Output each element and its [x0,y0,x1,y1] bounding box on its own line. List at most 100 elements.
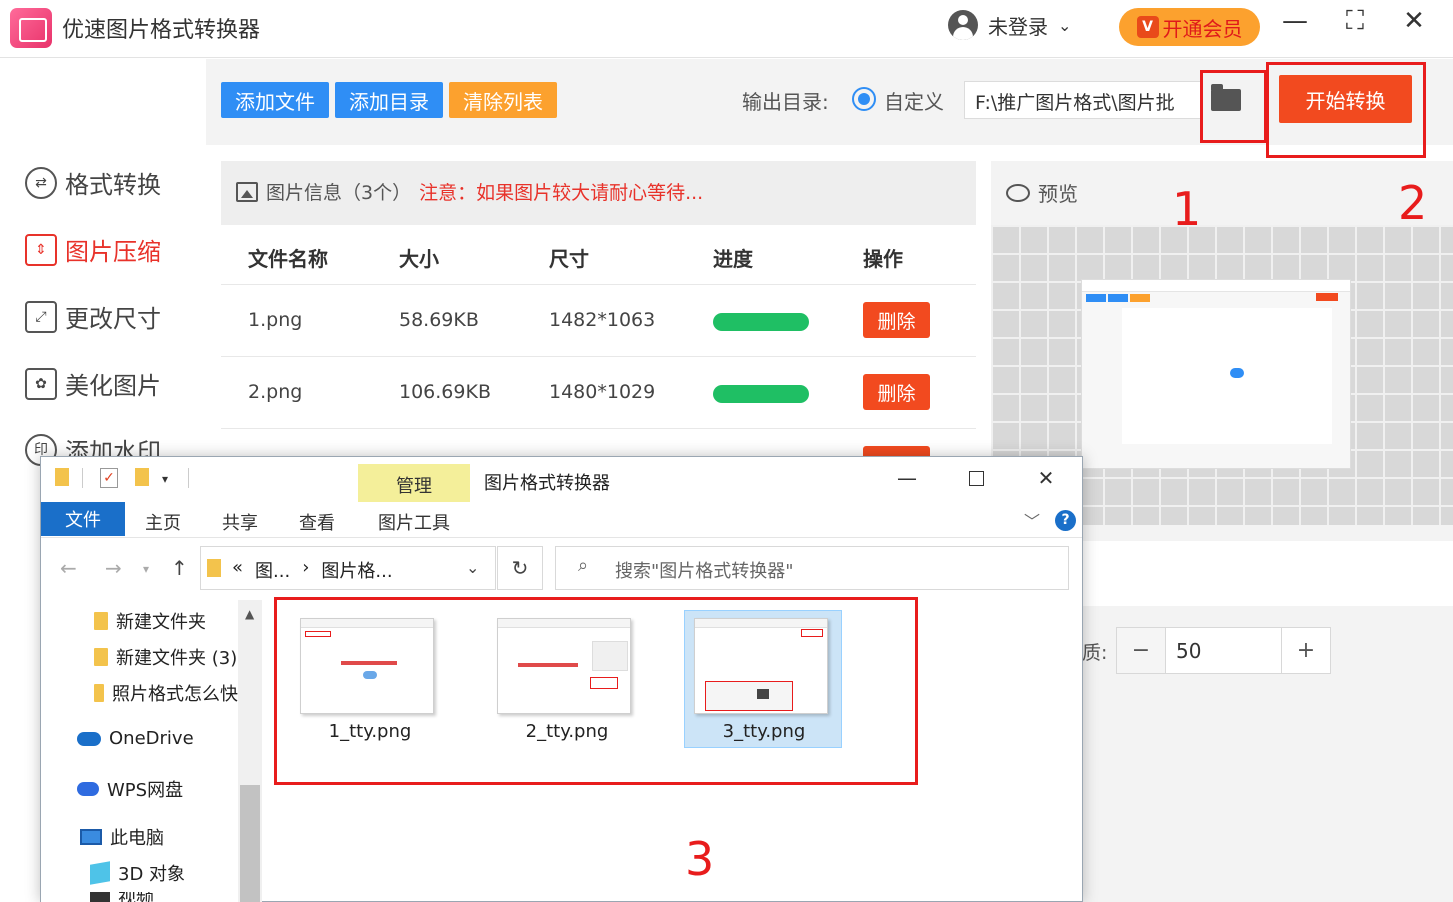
delete-button[interactable]: 删除 [863,374,930,410]
breadcrumb-separator: › [302,557,310,578]
explorer-close-button[interactable]: ✕ [1031,466,1061,490]
output-path-field[interactable]: F:\推广图片格式\图片批 [964,81,1202,119]
tree-item[interactable]: 新建文件夹 [94,608,206,634]
folder-icon [207,559,221,577]
new-folder-icon[interactable] [135,468,149,486]
preview-image [1081,279,1351,469]
custom-radio-label[interactable]: 自定义 [884,86,944,115]
quality-value[interactable]: 50 [1165,628,1282,673]
user-label: 未登录 [988,14,1048,39]
minimize-button[interactable]: — [1275,6,1315,36]
vip-button[interactable]: V 开通会员 [1119,8,1260,46]
tab-share[interactable]: 共享 [222,509,258,535]
quality-label: 质: [1082,642,1108,664]
clear-list-button[interactable]: 清除列表 [449,82,557,118]
help-icon[interactable]: ? [1055,510,1076,531]
user-menu[interactable]: 未登录 ⌄ [948,10,1071,40]
vip-label: 开通会员 [1162,16,1243,41]
explorer-maximize-button[interactable] [961,467,991,491]
file-size: 58.69KB [399,309,479,331]
annotation-number-1: 1 [1172,182,1202,236]
close-button[interactable]: ✕ [1394,6,1434,36]
vip-icon: V [1136,16,1159,38]
tree-item-label: 新建文件夹 [116,612,206,633]
ribbon-expand-icon[interactable]: ﹀ [1024,508,1040,532]
file-name: 2.png [248,381,303,403]
refresh-button[interactable]: ↻ [497,546,543,590]
annotation-number-3: 3 [685,832,715,886]
forward-arrow-icon[interactable]: → [105,556,122,580]
recent-dropdown-icon[interactable]: ▾ [143,562,149,576]
annotation-number-2: 2 [1398,176,1428,230]
custom-radio[interactable] [852,87,876,111]
add-file-button[interactable]: 添加文件 [221,82,329,118]
tab-file[interactable]: 文件 [41,502,125,536]
eye-icon [1006,183,1030,202]
nav-label: 格式转换 [65,171,161,199]
scroll-up-icon[interactable]: ▲ [245,607,254,621]
tree-item-label: 3D 对象 [118,864,186,885]
tab-picture-tools[interactable]: 图片工具 [378,509,450,535]
wps-cloud-icon [77,782,99,796]
tab-view[interactable]: 查看 [299,509,335,535]
tree-item-label: 照片格式怎么快 [112,684,238,705]
refresh-icon: ↻ [511,556,529,580]
video-icon [90,892,110,902]
annotation-box-2 [1266,62,1426,158]
folder-icon [55,468,69,486]
nav-item-beautify[interactable]: ✿ 美化图片 [25,366,161,401]
navigation-scrollbar[interactable] [238,600,262,902]
breadcrumb: « 图... › 图片格... [232,557,393,583]
folder-icon [94,684,104,702]
nav-item-compress[interactable]: ⇕ 图片压缩 [25,232,161,267]
tree-item[interactable]: OneDrive [77,728,194,749]
search-placeholder: 搜索"图片格式转换器" [615,561,794,582]
breadcrumb-item[interactable]: 图... [255,557,290,583]
increment-button[interactable]: + [1282,628,1330,673]
tab-home[interactable]: 主页 [145,509,181,535]
up-arrow-icon[interactable]: ↑ [171,556,188,580]
properties-icon[interactable]: ✓ [100,468,118,488]
divider [82,468,83,488]
annotation-box-3 [274,597,918,785]
tree-item-label: 新建文件夹 (3) [116,648,238,669]
col-header-dims: 尺寸 [549,247,589,271]
tree-item[interactable]: WPS网盘 [77,776,183,802]
quick-access-dropdown-icon[interactable]: ▾ [162,472,168,486]
add-folder-button[interactable]: 添加目录 [335,82,443,118]
info-count: 图片信息（3个） [266,182,412,204]
address-dropdown-icon[interactable]: ⌄ [466,558,479,577]
quality-stepper[interactable]: − 50 + [1116,627,1331,674]
decrement-button[interactable]: − [1117,628,1165,673]
tree-item[interactable]: 此电脑 [80,824,164,850]
beautify-icon: ✿ [25,367,57,400]
app-title: 优速图片格式转换器 [62,18,261,43]
file-name: 1.png [248,309,303,331]
preview-label: 预览 [1038,182,1078,206]
tree-item[interactable]: 3D 对象 [90,860,185,886]
tree-item-label: 视频 [118,892,154,902]
tree-item-label: WPS网盘 [107,780,184,801]
delete-button[interactable]: 删除 [863,302,930,338]
preview-title: 预览 [1006,178,1078,207]
tree-item[interactable]: 新建文件夹 (3) [94,644,237,670]
manage-ribbon-label: 管理 [396,476,432,497]
nav-item-resize[interactable]: ⤢ 更改尺寸 [25,299,161,334]
breadcrumb-overflow[interactable]: « [232,557,243,583]
explorer-minimize-button[interactable]: — [892,466,922,490]
tree-item[interactable]: 照片格式怎么快 [94,680,238,706]
tree-item[interactable]: 视频 [90,892,154,902]
maximize-button[interactable]: ⛶ [1335,6,1375,37]
breadcrumb-item[interactable]: 图片格... [321,557,392,583]
file-size: 106.69KB [399,381,491,403]
pc-icon [80,829,102,845]
col-header-progress: 进度 [713,247,753,271]
annotation-box-1 [1200,70,1267,143]
nav-item-format-convert[interactable]: ⇄ 格式转换 [25,165,161,200]
info-warning: 注意：如果图片较大请耐心等待... [419,182,704,204]
chevron-down-icon: ⌄ [1058,15,1072,35]
file-dims: 1480*1029 [549,381,656,403]
back-arrow-icon[interactable]: ← [60,556,77,580]
nav-label: 更改尺寸 [65,305,161,333]
col-header-size: 大小 [399,247,439,271]
